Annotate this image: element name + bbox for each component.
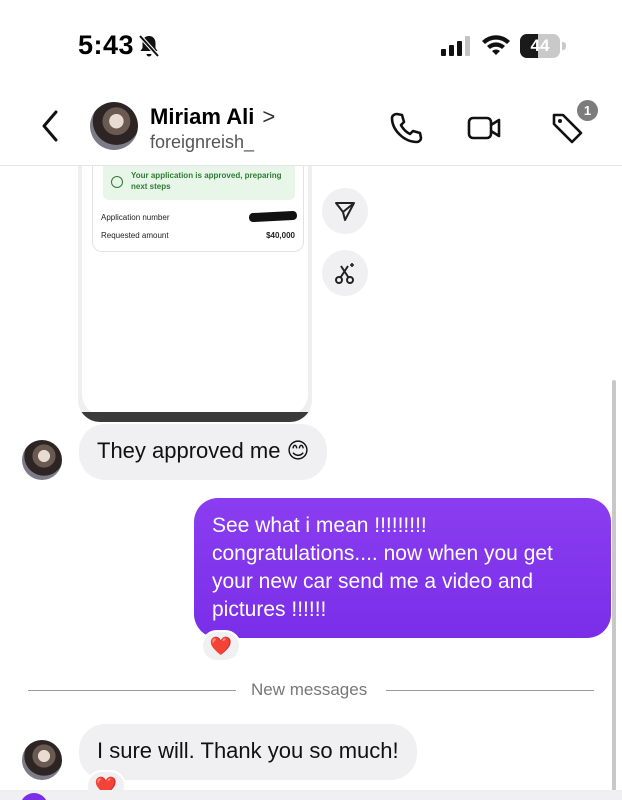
ai-scissors-icon — [335, 263, 354, 284]
divider-line-left — [28, 690, 236, 691]
share-send-icon — [335, 202, 355, 221]
application-card: Your application is approved, preparing … — [92, 166, 304, 252]
back-chevron-icon[interactable] — [38, 108, 64, 144]
share-button[interactable] — [322, 188, 368, 234]
composer-bar[interactable] — [0, 790, 622, 800]
ai-edit-button[interactable] — [322, 250, 368, 296]
battery-percent: 44 — [530, 36, 550, 55]
divider-line-right — [386, 690, 594, 691]
incoming-message[interactable]: I sure will. Thank you so much! — [79, 724, 417, 780]
chevron-right-icon: > — [262, 104, 276, 129]
approval-banner: Your application is approved, preparing … — [103, 166, 295, 200]
status-bar: 5:43 44 — [0, 0, 622, 90]
battery-icon: 44 — [520, 34, 566, 58]
cellular-signal-icon — [441, 36, 470, 56]
contact-name[interactable]: Miriam Ali — [150, 104, 254, 130]
video-camera-icon[interactable] — [466, 110, 502, 146]
application-number-label: Application number — [101, 213, 170, 222]
contact-handle: foreignreish_ — [150, 132, 255, 152]
scrollbar[interactable] — [612, 380, 616, 800]
approval-text: Your application is approved, preparing … — [131, 171, 282, 191]
requested-amount-label: Requested amount — [101, 231, 169, 240]
sender-avatar[interactable] — [22, 440, 62, 480]
requested-amount-value: $40,000 — [266, 231, 295, 240]
battery-body: 44 — [520, 34, 560, 58]
battery-tip — [562, 42, 566, 50]
outgoing-message[interactable]: See what i mean !!!!!!!!! congratulation… — [194, 498, 611, 638]
shared-screenshot-message[interactable]: Your application is approved, preparing … — [78, 166, 312, 422]
check-circle-icon — [111, 176, 123, 188]
incoming-message[interactable]: They approved me 😊 — [79, 424, 328, 480]
wifi-icon — [482, 35, 510, 55]
screenshot-content: Your application is approved, preparing … — [82, 166, 308, 416]
status-time: 5:43 — [78, 30, 135, 60]
heart-reaction[interactable]: ❤️ — [201, 630, 241, 662]
chat-header: Miriam Ali > foreignreish_ 1 — [0, 90, 622, 166]
contact-avatar[interactable] — [90, 102, 138, 150]
redaction-mark — [248, 210, 298, 223]
sender-avatar[interactable] — [22, 740, 62, 780]
tag-count-badge: 1 — [577, 100, 598, 121]
contact-name-row[interactable]: Miriam Ali > — [150, 104, 275, 130]
new-messages-divider: New messages — [251, 680, 368, 699]
phone-icon[interactable] — [388, 110, 424, 146]
screenshot-bottom-bar — [78, 412, 312, 422]
bell-slash-icon — [138, 34, 160, 58]
